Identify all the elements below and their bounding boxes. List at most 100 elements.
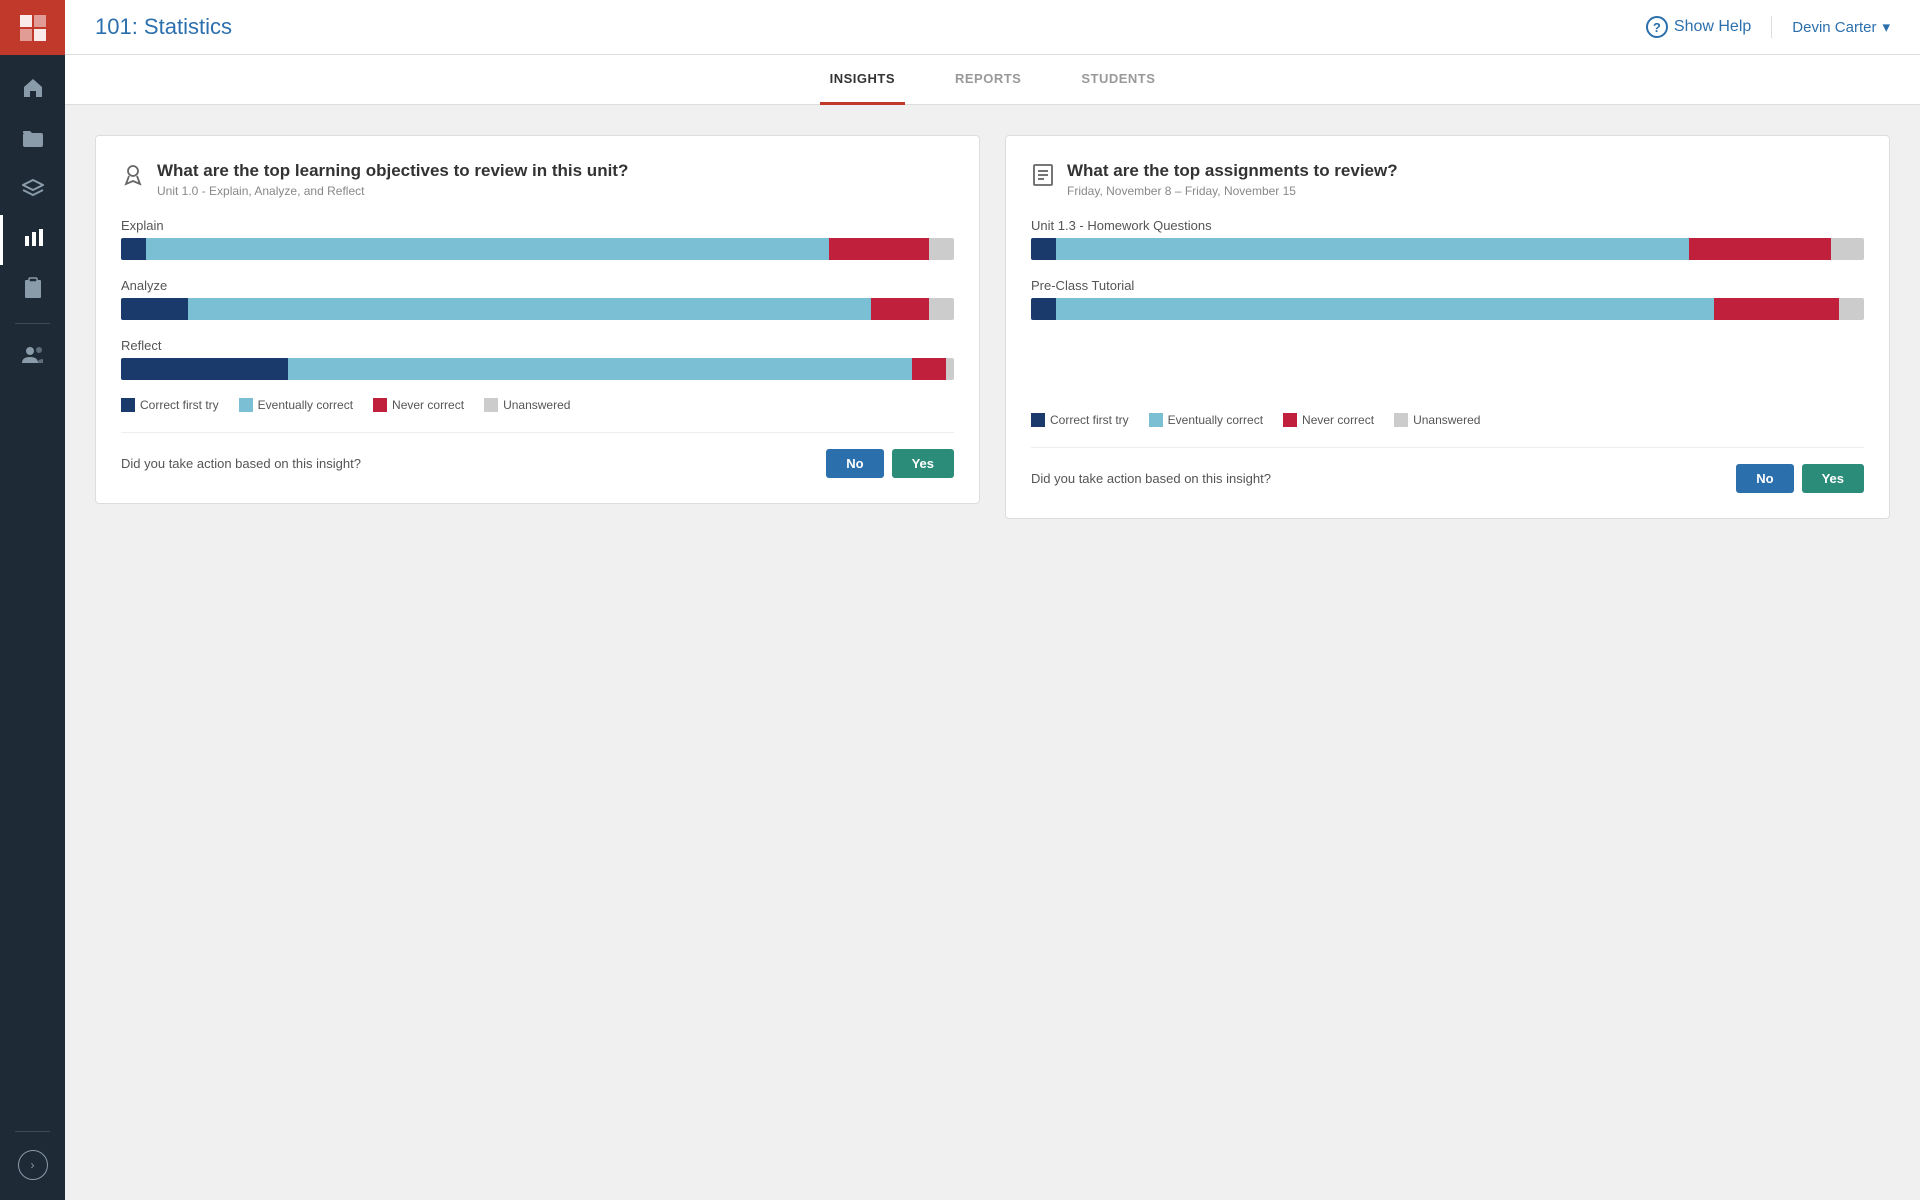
app-logo[interactable]: [0, 0, 65, 55]
bar-reflect-never: [912, 358, 945, 380]
legend-right-eventually-label: Eventually correct: [1168, 413, 1263, 427]
card-right-spacer: [1031, 338, 1864, 398]
chart-explain-label: Explain: [121, 218, 954, 233]
chart-reflect-bar: [121, 358, 954, 380]
chart-explain: Explain: [121, 218, 954, 260]
bar-preclass-unanswered: [1839, 298, 1864, 320]
legend-correct-first: Correct first try: [121, 398, 219, 412]
chart-preclass-label: Pre-Class Tutorial: [1031, 278, 1864, 293]
legend-right-never-label: Never correct: [1302, 413, 1374, 427]
card-right-action: Did you take action based on this insigh…: [1031, 447, 1864, 493]
sidebar-item-users[interactable]: [0, 332, 65, 382]
user-name: Devin Carter: [1792, 19, 1876, 36]
header: 101: Statistics ? Show Help Devin Carter…: [65, 0, 1920, 55]
page-title: 101: Statistics: [95, 14, 232, 40]
bar-analyze-never: [871, 298, 929, 320]
legend-correct-first-label: Correct first try: [140, 398, 219, 412]
legend-right-correct-first: Correct first try: [1031, 413, 1129, 427]
card-right-yes-button[interactable]: Yes: [1802, 464, 1864, 493]
sidebar: ›: [0, 0, 65, 1200]
chart-reflect-label: Reflect: [121, 338, 954, 353]
card-left-action: Did you take action based on this insigh…: [121, 432, 954, 478]
sidebar-bottom-divider: [15, 1131, 50, 1132]
show-help-button[interactable]: ? Show Help: [1646, 16, 1772, 38]
card-right-action-question: Did you take action based on this insigh…: [1031, 471, 1271, 486]
card-left-subtitle: Unit 1.0 - Explain, Analyze, and Reflect: [157, 184, 628, 198]
tab-insights[interactable]: INSIGHTS: [820, 55, 905, 105]
layers-icon: [22, 178, 44, 203]
bar-explain-correct-first: [121, 238, 146, 260]
card-left-title: What are the top learning objectives to …: [157, 161, 628, 181]
card-right-no-button[interactable]: No: [1736, 464, 1793, 493]
legend-unanswered-dot: [484, 398, 498, 412]
bar-explain-never: [829, 238, 929, 260]
bar-homework-eventually: [1056, 238, 1689, 260]
sidebar-nav: [0, 65, 65, 382]
sidebar-item-layers[interactable]: [0, 165, 65, 215]
chart-preclass-bar: [1031, 298, 1864, 320]
tab-students[interactable]: STUDENTS: [1071, 55, 1165, 105]
content-area: What are the top learning objectives to …: [65, 105, 1920, 1200]
legend-right-eventually: Eventually correct: [1149, 413, 1263, 427]
legend-unanswered: Unanswered: [484, 398, 570, 412]
bar-reflect-correct-first: [121, 358, 288, 380]
tabs-bar: INSIGHTS REPORTS STUDENTS: [65, 55, 1920, 105]
bar-analyze-unanswered: [929, 298, 954, 320]
card-assignments: What are the top assignments to review? …: [1005, 135, 1890, 519]
chart-icon: [23, 228, 45, 253]
chevron-down-icon: ▾: [1882, 18, 1890, 36]
user-menu[interactable]: Devin Carter ▾: [1772, 18, 1890, 36]
legend-right-never-dot: [1283, 413, 1297, 427]
legend-unanswered-label: Unanswered: [503, 398, 570, 412]
card-right-subtitle: Friday, November 8 – Friday, November 15: [1067, 184, 1398, 198]
bar-explain-unanswered: [929, 238, 954, 260]
legend-eventually: Eventually correct: [239, 398, 353, 412]
sidebar-item-home[interactable]: [0, 65, 65, 115]
chart-preclass: Pre-Class Tutorial: [1031, 278, 1864, 320]
sidebar-item-clipboard[interactable]: [0, 265, 65, 315]
legend-eventually-label: Eventually correct: [258, 398, 353, 412]
chart-explain-bar: [121, 238, 954, 260]
legend-right-eventually-dot: [1149, 413, 1163, 427]
legend-never-label: Never correct: [392, 398, 464, 412]
sidebar-item-chart[interactable]: [0, 215, 65, 265]
bar-analyze-correct-first: [121, 298, 188, 320]
chart-analyze-bar: [121, 298, 954, 320]
legend-right-correct-first-dot: [1031, 413, 1045, 427]
legend-right-unanswered: Unanswered: [1394, 413, 1480, 427]
card-left-legend: Correct first try Eventually correct Nev…: [121, 398, 954, 412]
card-right-header: What are the top assignments to review? …: [1031, 161, 1864, 198]
legend-never: Never correct: [373, 398, 464, 412]
card-left-action-buttons: No Yes: [826, 449, 954, 478]
bar-homework-unanswered: [1831, 238, 1864, 260]
bar-reflect-unanswered: [946, 358, 954, 380]
legend-right-correct-first-label: Correct first try: [1050, 413, 1129, 427]
card-right-title: What are the top assignments to review?: [1067, 161, 1398, 181]
card-learning-objectives: What are the top learning objectives to …: [95, 135, 980, 504]
card-left-yes-button[interactable]: Yes: [892, 449, 954, 478]
sidebar-item-folder[interactable]: [0, 115, 65, 165]
chart-homework: Unit 1.3 - Homework Questions: [1031, 218, 1864, 260]
tab-reports[interactable]: REPORTS: [945, 55, 1031, 105]
bar-explain-eventually: [146, 238, 829, 260]
legend-eventually-dot: [239, 398, 253, 412]
sidebar-expand-button[interactable]: ›: [18, 1150, 48, 1180]
bar-homework-correct-first: [1031, 238, 1056, 260]
users-icon: [21, 346, 45, 369]
chart-reflect: Reflect: [121, 338, 954, 380]
card-right-action-buttons: No Yes: [1736, 464, 1864, 493]
clipboard-icon: [24, 277, 42, 304]
bar-homework-never: [1689, 238, 1831, 260]
header-actions: ? Show Help Devin Carter ▾: [1646, 16, 1890, 38]
folder-icon: [22, 128, 44, 153]
sidebar-bottom: ›: [15, 1123, 50, 1200]
objective-icon: [121, 163, 145, 193]
legend-right-never: Never correct: [1283, 413, 1374, 427]
card-left-no-button[interactable]: No: [826, 449, 883, 478]
home-icon: [22, 77, 44, 104]
card-left-header: What are the top learning objectives to …: [121, 161, 954, 198]
assignment-icon: [1031, 163, 1055, 193]
sidebar-divider: [15, 323, 50, 324]
bar-analyze-eventually: [188, 298, 871, 320]
chart-homework-bar: [1031, 238, 1864, 260]
